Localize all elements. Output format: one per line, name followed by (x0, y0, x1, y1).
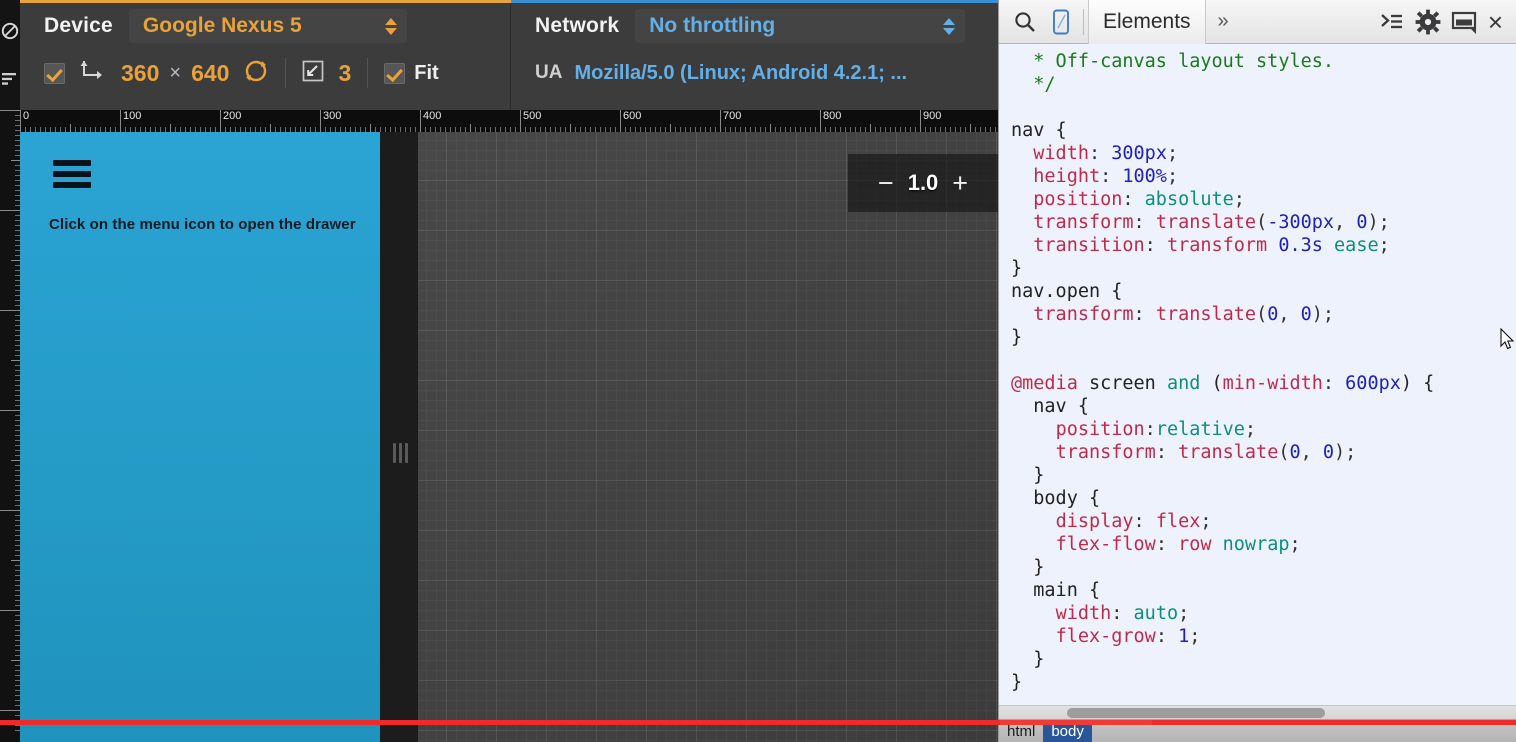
device-toolbar: Device Google Nexus 5 360 × 640 3 Fit Ne… (20, 0, 998, 110)
code-line: transform: translate(0, 0); (1033, 304, 1335, 325)
scrollbar-thumb[interactable] (1067, 708, 1325, 718)
code-line: transform: translate(0, 0); (1055, 442, 1357, 463)
canvas-grid-shading (398, 132, 998, 742)
viewport-height-input[interactable]: 640 (191, 60, 229, 87)
spinner-up-down-icon (384, 17, 397, 35)
devtools-panel: Elements » × * Off-canvas layout styles.… (998, 0, 1516, 742)
zoom-control: − 1.0 + (848, 154, 998, 212)
horizontal-ruler: 0 100 200 300 400 500 600 700 800 900 (20, 110, 998, 132)
code-line: width: auto; (1055, 603, 1190, 624)
code-line: * Off-canvas layout styles. (1033, 51, 1335, 72)
network-conditions-icon[interactable] (1, 72, 19, 90)
user-agent-value[interactable]: Mozilla/5.0 (Linux; Android 4.2.1; ... (574, 62, 907, 85)
header-divider (1083, 8, 1084, 35)
zoom-level-value: 1.0 (907, 170, 939, 195)
code-line: nav.open { (1011, 281, 1123, 302)
code-line: height: 100%; (1033, 166, 1179, 187)
dimension-separator: × (169, 61, 182, 84)
styles-source-code[interactable]: * Off-canvas layout styles. */ nav { widt… (999, 44, 1516, 706)
spinner-up-down-icon-network (943, 17, 956, 35)
rotate-arrow-icon[interactable] (79, 59, 105, 88)
left-icon-rail (0, 0, 20, 110)
code-line: } (1033, 465, 1045, 486)
network-section: Network No throttling UA Mozilla/5.0 (Li… (510, 0, 998, 110)
throttling-select-value: No throttling (649, 14, 776, 37)
code-line: } (1011, 672, 1023, 693)
code-line: nav { (1033, 396, 1089, 417)
code-line: width: 300px; (1033, 143, 1179, 164)
drawer-hint-text: Click on the menu icon to open the drawe… (49, 216, 356, 233)
close-icon[interactable]: × (1482, 9, 1509, 35)
fit-checkbox[interactable] (384, 62, 406, 84)
fit-label: Fit (414, 61, 439, 84)
gear-icon[interactable] (1410, 4, 1446, 40)
code-line: } (1011, 258, 1023, 279)
console-drawer-icon[interactable] (1374, 4, 1410, 40)
emulation-pane: Device Google Nexus 5 360 × 640 3 Fit Ne… (0, 0, 998, 742)
devtools-header: Elements » × (999, 0, 1516, 44)
code-line: position: absolute; (1033, 189, 1245, 210)
code-line: position:relative; (1055, 419, 1257, 440)
viewport-gutter (380, 132, 418, 742)
code-line: @media screen and (min-width: 600px) { (1011, 373, 1435, 394)
page-progress-bar (0, 720, 1516, 725)
styles-horizontal-scrollbar[interactable] (999, 705, 1516, 720)
vertical-ruler (0, 110, 20, 742)
toggle-device-toolbar-icon[interactable] (1043, 4, 1079, 40)
code-line: body { (1033, 488, 1101, 509)
page-canvas: Click on the menu icon to open the drawe… (20, 132, 998, 742)
device-select[interactable]: Google Nexus 5 (128, 9, 407, 43)
device-pixel-ratio-icon[interactable] (302, 60, 324, 87)
code-line: */ (1033, 74, 1056, 95)
device-label: Device (44, 14, 113, 37)
emulated-page-viewport[interactable]: Click on the menu icon to open the drawe… (20, 132, 380, 742)
code-line: } (1033, 557, 1045, 578)
zoom-out-button[interactable]: − (878, 169, 894, 197)
code-line: transform: translate(-300px, 0); (1033, 212, 1390, 233)
code-line: nav { (1011, 120, 1067, 141)
mouse-cursor (1500, 327, 1516, 357)
device-section: Device Google Nexus 5 360 × 640 3 Fit (20, 3, 510, 110)
code-line: flex-grow: 1; (1055, 626, 1201, 647)
block-requests-icon[interactable] (1, 22, 19, 40)
code-line: transition: transform 0.3s ease; (1033, 235, 1390, 256)
horizontal-resize-handle-icon[interactable] (392, 442, 408, 464)
search-icon[interactable] (1007, 4, 1043, 40)
toolbar-divider-2 (367, 58, 369, 88)
code-line: flex-flow: row nowrap; (1055, 534, 1301, 555)
zoom-in-button[interactable]: + (952, 169, 968, 197)
hamburger-menu-icon[interactable] (53, 160, 91, 188)
devtools-device-mode-screen: Device Google Nexus 5 360 × 640 3 Fit Ne… (0, 0, 1516, 742)
code-line: } (1011, 327, 1023, 348)
code-line: display: flex; (1055, 511, 1212, 532)
code-line: main { (1033, 580, 1101, 601)
more-tabs-button[interactable]: » (1206, 10, 1241, 33)
code-line: } (1033, 649, 1045, 670)
device-select-value: Google Nexus 5 (142, 14, 302, 37)
network-label: Network (535, 14, 620, 37)
dock-position-icon[interactable] (1446, 4, 1482, 40)
device-pixel-ratio-value[interactable]: 3 (338, 60, 351, 87)
viewport-width-input[interactable]: 360 (121, 60, 159, 87)
throttling-select[interactable]: No throttling (635, 9, 966, 43)
swap-orientation-icon[interactable] (243, 59, 269, 88)
user-agent-label: UA (535, 62, 563, 83)
toolbar-divider (285, 58, 287, 88)
viewport-enabled-checkbox[interactable] (44, 62, 65, 84)
tab-elements[interactable]: Elements (1088, 0, 1206, 44)
